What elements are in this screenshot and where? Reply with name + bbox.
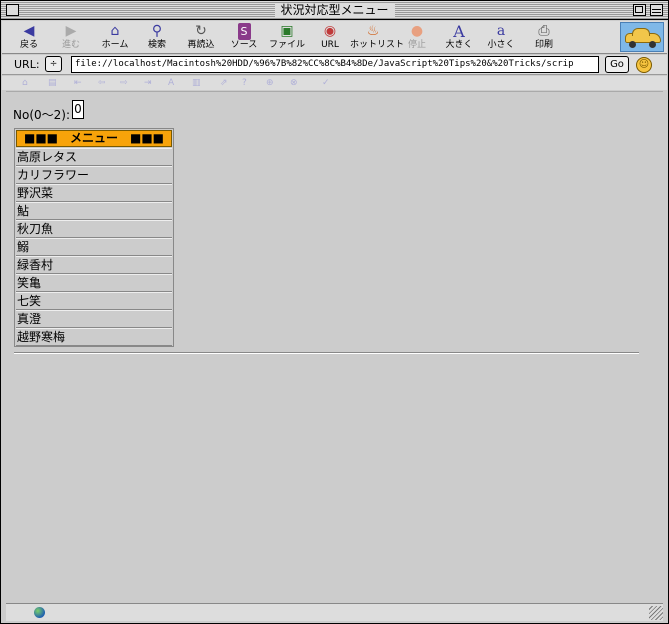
navigation-toolbar: ◀ 戻る ▶ 進む ⌂ ホーム ⚲ 検索 ↻ 再読込 S ソース ▣ ファイル …	[2, 21, 667, 54]
smaller-text-button-label: 小さく	[487, 40, 515, 50]
search-button[interactable]: ⚲ 検索	[134, 23, 180, 53]
collapse-box[interactable]	[650, 4, 663, 16]
url-globe-icon: ◉	[323, 23, 337, 39]
car-wheel-icon	[649, 41, 656, 48]
smaller-text-button[interactable]: a 小さく	[478, 23, 524, 53]
file-button-label: ファイル	[268, 40, 305, 50]
no-input[interactable]: 0	[72, 100, 84, 119]
menu-item[interactable]: 高原レタス	[16, 148, 172, 166]
file-button[interactable]: ▣ ファイル	[264, 23, 310, 53]
larger-text-button[interactable]: A 大きく	[436, 23, 482, 53]
menu-item[interactable]: 秋刀魚	[16, 220, 172, 238]
stop-icon: ●	[410, 23, 424, 39]
menu-header: ■■■ メニュー ■■■	[16, 130, 172, 147]
reload-button-label: 再読込	[187, 40, 215, 50]
search-icon: ⚲	[151, 23, 163, 39]
url-history-stepper[interactable]: ÷	[45, 56, 62, 72]
menu-item[interactable]: 笑亀	[16, 274, 172, 292]
home-button-label: ホーム	[101, 40, 129, 50]
reload-icon: ↻	[195, 23, 207, 39]
source-button-label: ソース	[230, 40, 258, 50]
source-button[interactable]: S ソース	[221, 23, 267, 53]
print-button[interactable]: ⎙ 印刷	[521, 23, 567, 53]
menu-item[interactable]: 鰯	[16, 238, 172, 256]
larger-text-button-label: 大きく	[445, 40, 473, 50]
page-content: No(0〜2): 0 ■■■ メニュー ■■■ 高原レタス カリフラワー 野沢菜…	[6, 91, 663, 603]
sec-last-icon[interactable]: ⇥	[144, 77, 152, 89]
sec-link-icon[interactable]: ⇗	[220, 77, 228, 89]
hotlist-button-label: ホットリスト	[350, 40, 405, 50]
zoom-box[interactable]	[633, 4, 646, 16]
file-icon: ▣	[280, 23, 294, 39]
print-icon: ⎙	[538, 23, 550, 39]
home-icon: ⌂	[110, 23, 120, 39]
menu-item[interactable]: 緑香村	[16, 256, 172, 274]
browser-window: 状況対応型メニュー ◀ 戻る ▶ 進む ⌂ ホーム ⚲ 検索 ↻ 再読込 S ソ…	[0, 0, 669, 624]
url-label: URL:	[14, 58, 40, 71]
sec-home-icon[interactable]: ⌂	[22, 77, 28, 89]
hotlist-button[interactable]: ♨ ホットリスト	[350, 23, 405, 53]
forward-button-label: 進む	[61, 40, 80, 50]
smaller-text-icon: a	[496, 23, 506, 39]
horizontal-rule	[14, 352, 639, 354]
url-input[interactable]: file://localhost/Macintosh%20HDD/%96%7B%…	[71, 56, 599, 73]
close-box[interactable]	[6, 4, 19, 16]
url-bar: URL: ÷ file://localhost/Macintosh%20HDD/…	[2, 55, 667, 75]
car-wheel-icon	[629, 41, 636, 48]
no-label: No(0〜2):	[13, 108, 70, 122]
print-button-label: 印刷	[534, 40, 553, 50]
home-button[interactable]: ⌂ ホーム	[92, 23, 138, 53]
menu-item[interactable]: 野沢菜	[16, 184, 172, 202]
globe-icon	[34, 607, 45, 618]
back-arrow-icon: ◀	[23, 23, 35, 39]
menu-table: ■■■ メニュー ■■■ 高原レタス カリフラワー 野沢菜 鮎 秋刀魚 鰯 緑香…	[14, 128, 174, 347]
menu-item[interactable]: カリフラワー	[16, 166, 172, 184]
menu-item[interactable]: 七笑	[16, 292, 172, 310]
sec-font-icon[interactable]: A	[168, 77, 174, 89]
car-logo[interactable]	[620, 22, 664, 52]
sec-prev-icon[interactable]: ⇦	[98, 77, 106, 89]
hotlist-icon: ♨	[366, 23, 380, 39]
sec-first-icon[interactable]: ⇤	[74, 77, 82, 89]
resize-grip-icon[interactable]	[649, 606, 663, 620]
larger-text-icon: A	[453, 22, 465, 41]
url-button[interactable]: ◉ URL	[307, 23, 353, 53]
menu-item[interactable]: 真澄	[16, 310, 172, 328]
stop-button[interactable]: ● 停止	[394, 23, 440, 53]
source-icon: S	[237, 23, 251, 40]
secondary-toolbar: ⌂ ▤ ⇤ ⇦ ⇨ ⇥ A ▥ ⇗ ? ⊕ ⊗ ✓	[2, 76, 667, 90]
sec-page-icon[interactable]: ▤	[48, 77, 57, 89]
sec-next-icon[interactable]: ⇨	[120, 77, 128, 89]
reload-button[interactable]: ↻ 再読込	[178, 23, 224, 53]
menu-item[interactable]: 鮎	[16, 202, 172, 220]
stop-button-label: 停止	[407, 40, 426, 50]
sec-check-icon[interactable]: ✓	[322, 77, 330, 89]
sec-table-icon[interactable]: ▥	[192, 77, 201, 89]
sec-zoom-in-icon[interactable]: ⊕	[266, 77, 274, 89]
go-button[interactable]: Go	[605, 56, 629, 73]
forward-arrow-icon: ▶	[65, 23, 77, 39]
title-bar[interactable]: 状況対応型メニュー	[1, 1, 668, 20]
url-button-label: URL	[321, 40, 339, 50]
forward-button[interactable]: ▶ 進む	[48, 23, 94, 53]
back-button[interactable]: ◀ 戻る	[6, 23, 52, 53]
sec-help-icon[interactable]: ?	[242, 77, 247, 89]
back-button-label: 戻る	[19, 40, 38, 50]
menu-item[interactable]: 越野寒梅	[16, 328, 172, 346]
smiley-icon[interactable]: ☺	[636, 57, 652, 73]
status-bar	[6, 603, 663, 621]
window-title: 状況対応型メニュー	[274, 3, 395, 18]
sec-zoom-out-icon[interactable]: ⊗	[290, 77, 298, 89]
search-button-label: 検索	[147, 40, 166, 50]
